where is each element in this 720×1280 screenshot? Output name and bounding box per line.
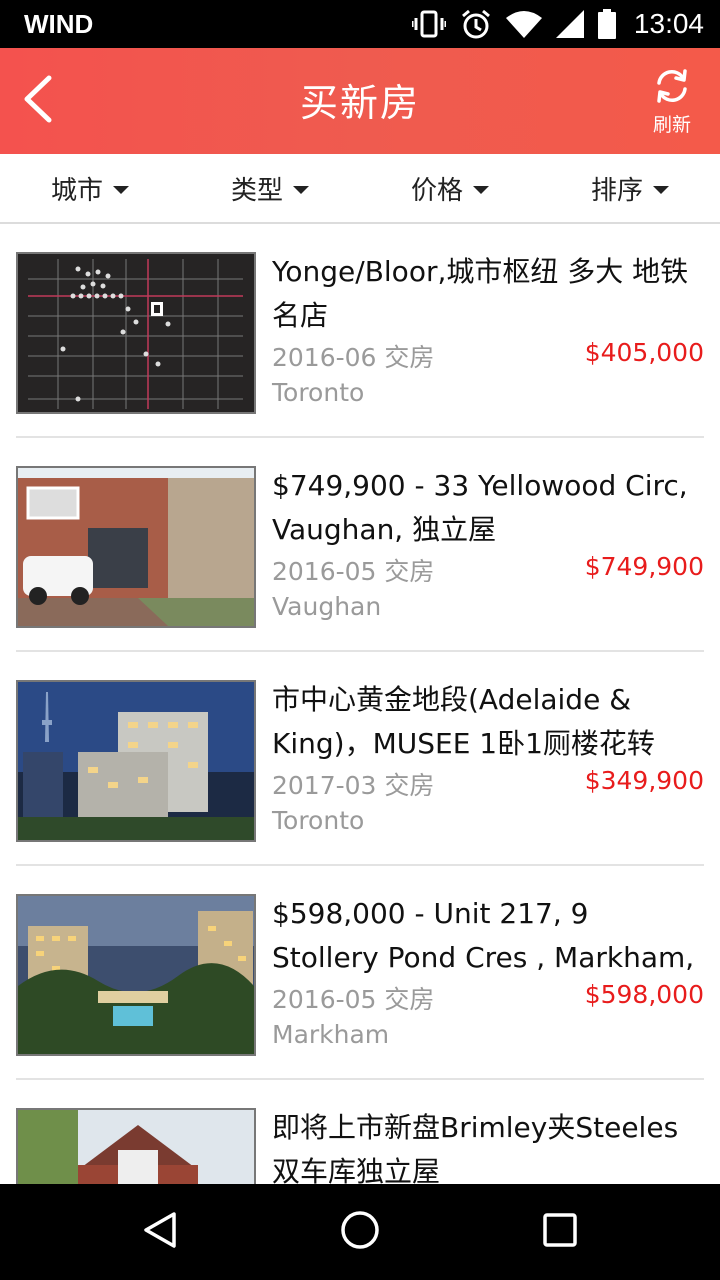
circle-home-icon	[339, 1209, 381, 1255]
listing-title: 市中心黄金地段(Adelaide & King)，MUSEE 1卧1厕楼花转	[272, 683, 655, 760]
listing-list[interactable]: Yonge/Bloor,城市枢纽 多大 地铁 名店 2016-06 交房 $40…	[0, 224, 720, 1184]
listing-thumbnail-map	[16, 252, 256, 414]
refresh-label: 刷新	[652, 114, 691, 136]
listing-thumbnail-condo	[16, 680, 256, 842]
listing-price: $405,000	[584, 338, 704, 367]
nav-recents-button[interactable]	[536, 1208, 584, 1256]
listing-item[interactable]: $598,000 - Unit 217, 9 Stollery Pond Cre…	[16, 866, 704, 1080]
filter-label: 排序	[590, 175, 643, 206]
listing-title: Yonge/Bloor,城市枢纽 多大 地铁 名店	[272, 255, 689, 332]
listing-title: $598,000 - Unit 217, 9 Stollery Pond Cre…	[272, 897, 695, 974]
caret-down-icon	[653, 186, 669, 194]
listing-thumbnail-house	[16, 466, 256, 628]
navigation-bar	[0, 1184, 720, 1280]
listing-price: $749,900	[584, 552, 704, 581]
filter-label: 价格	[410, 175, 463, 206]
listing-title: $749,900 - 33 Yellowood Circ, Vaughan, 独…	[272, 469, 688, 546]
listing-thumbnail-complex	[16, 894, 256, 1056]
listing-date: 2017-03 交房	[272, 771, 435, 800]
caret-down-icon	[473, 186, 489, 194]
filter-label: 类型	[230, 175, 283, 206]
filter-label: 城市	[50, 175, 103, 206]
listing-city: Markham	[272, 1020, 390, 1049]
filter-sort-dropdown[interactable]: 排序	[540, 154, 720, 222]
listing-city: Vaughan	[272, 592, 382, 621]
listing-city: Toronto	[272, 378, 365, 407]
listing-city: Toronto	[272, 806, 365, 835]
refresh-icon	[653, 69, 691, 108]
listing-item[interactable]: 市中心黄金地段(Adelaide & King)，MUSEE 1卧1厕楼花转 2…	[16, 652, 704, 866]
listing-item[interactable]: $749,900 - 33 Yellowood Circ, Vaughan, 独…	[16, 438, 704, 652]
listing-price: $598,000	[584, 980, 704, 1009]
vibrate-icon	[411, 9, 446, 39]
alarm-icon	[460, 8, 492, 40]
listing-thumbnail-brick-house	[16, 1108, 256, 1184]
listing-date: 2016-06 交房	[272, 343, 435, 372]
app-bar: 买新房 刷新	[0, 48, 720, 154]
wifi-icon	[505, 10, 542, 38]
triangle-back-icon	[140, 1210, 180, 1254]
listing-item[interactable]: 即将上市新盘Brimley夹Steeles 双车库独立屋	[16, 1080, 704, 1184]
listing-title: 即将上市新盘Brimley夹Steeles 双车库独立屋	[272, 1111, 679, 1184]
nav-home-button[interactable]	[336, 1208, 384, 1256]
carrier-label: WIND	[24, 9, 94, 39]
status-bar: WIND 13:04	[0, 0, 720, 48]
signal-icon	[555, 10, 584, 38]
filter-city-dropdown[interactable]: 城市	[0, 154, 180, 222]
page-title: 买新房	[299, 81, 420, 125]
clock: 13:04	[633, 8, 704, 39]
battery-icon	[597, 9, 616, 39]
listing-date: 2016-05 交房	[272, 557, 435, 586]
caret-down-icon	[113, 186, 129, 194]
filter-price-dropdown[interactable]: 价格	[360, 154, 540, 222]
listing-price: $349,900	[584, 766, 704, 795]
square-recents-icon	[542, 1212, 578, 1252]
filter-bar: 城市 类型 价格 排序	[0, 154, 720, 224]
caret-down-icon	[293, 186, 309, 194]
listing-date: 2016-05 交房	[272, 985, 435, 1014]
refresh-button[interactable]: 刷新	[642, 68, 702, 138]
listing-item[interactable]: Yonge/Bloor,城市枢纽 多大 地铁 名店 2016-06 交房 $40…	[16, 224, 704, 438]
filter-type-dropdown[interactable]: 类型	[180, 154, 360, 222]
nav-back-button[interactable]	[136, 1208, 184, 1256]
